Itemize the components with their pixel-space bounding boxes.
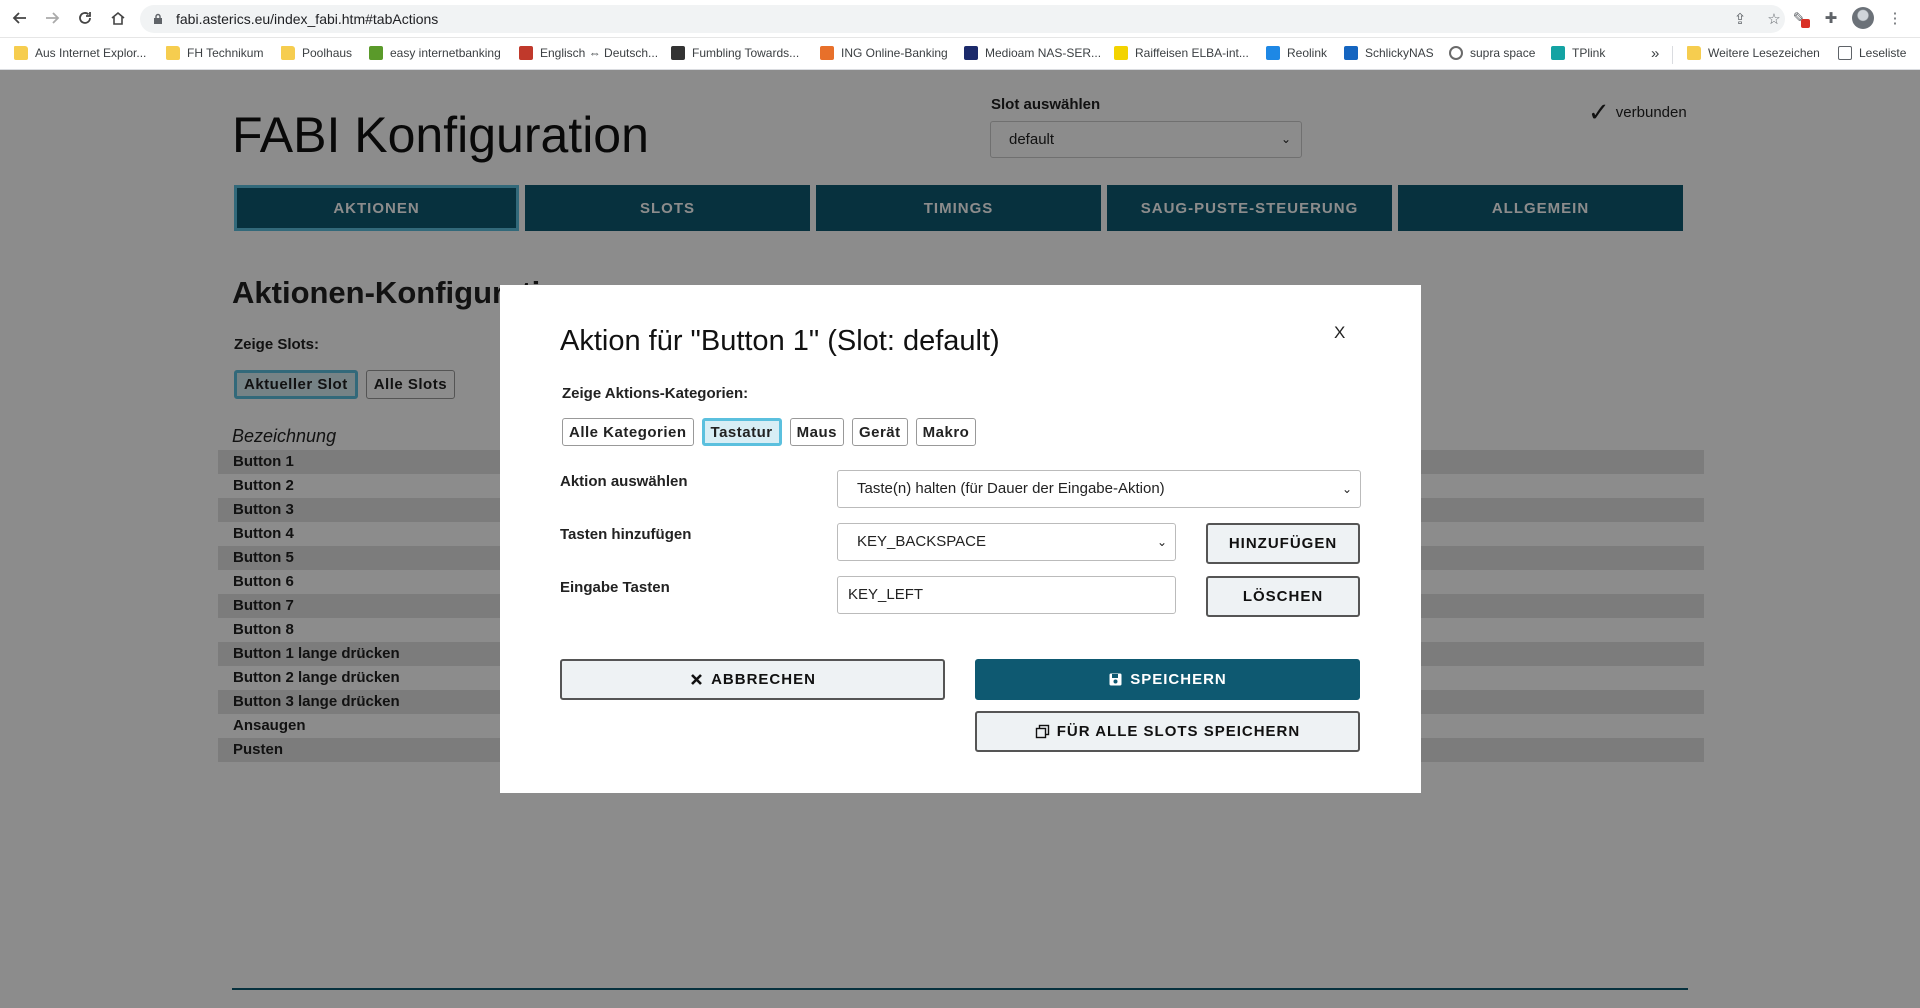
folder-icon xyxy=(14,46,28,60)
floppy-disk-icon xyxy=(1109,673,1122,686)
home-icon[interactable] xyxy=(106,6,130,30)
back-arrow-icon[interactable] xyxy=(8,6,32,30)
bookmark-item[interactable]: Poolhaus xyxy=(281,46,352,60)
forward-arrow-icon[interactable] xyxy=(40,6,64,30)
dialog-title: Aktion für "Button 1" (Slot: default) xyxy=(560,325,1000,357)
address-bar[interactable]: fabi.asterics.eu/index_fabi.htm#tabActio… xyxy=(140,5,1785,33)
reading-list[interactable]: Leseliste xyxy=(1838,46,1906,60)
input-keys-label: Eingabe Tasten xyxy=(560,579,670,596)
close-icon[interactable]: X xyxy=(1334,323,1345,343)
category-mouse-button[interactable]: Maus xyxy=(789,418,844,446)
lock-icon xyxy=(154,13,162,24)
bookmark-item[interactable]: Raiffeisen ELBA-int... xyxy=(1114,46,1249,60)
nas-icon xyxy=(1344,46,1358,60)
reload-icon[interactable] xyxy=(73,6,97,30)
puzzle-icon[interactable]: ✚ xyxy=(1820,7,1842,29)
action-select-label: Aktion auswählen xyxy=(560,473,688,490)
extension-edit-icon[interactable]: ✎ xyxy=(1788,7,1810,29)
category-device-button[interactable]: Gerät xyxy=(851,418,908,446)
share-icon[interactable]: ⇪ xyxy=(1729,8,1751,30)
browser-toolbar: fabi.asterics.eu/index_fabi.htm#tabActio… xyxy=(0,0,1920,38)
chevron-down-icon: ⌄ xyxy=(1341,482,1352,496)
nas-icon xyxy=(964,46,978,60)
cancel-button[interactable]: ABBRECHEN xyxy=(560,659,945,700)
add-keys-label: Tasten hinzufügen xyxy=(560,526,692,543)
bookmark-item[interactable]: Aus Internet Explor... xyxy=(14,46,146,60)
reading-list-icon xyxy=(1838,46,1852,60)
category-label: Zeige Aktions-Kategorien: xyxy=(562,385,749,402)
blog-icon xyxy=(671,46,685,60)
bookmark-item[interactable]: ING Online-Banking xyxy=(820,46,948,60)
tplink-icon xyxy=(1551,46,1565,60)
action-dialog: Aktion für "Button 1" (Slot: default) X … xyxy=(500,285,1421,793)
globe-icon xyxy=(1449,46,1463,60)
bookmark-item[interactable]: Englisch ⇔ Deutsch... xyxy=(519,46,658,60)
category-keyboard-button[interactable]: Tastatur xyxy=(701,418,782,446)
bookmark-item[interactable]: supra space xyxy=(1449,46,1535,60)
add-key-button[interactable]: HINZUFÜGEN xyxy=(1206,523,1360,564)
menu-dots-icon[interactable]: ⋮ xyxy=(1884,7,1906,29)
bookmark-item[interactable]: easy internetbanking xyxy=(369,46,501,60)
chevron-down-icon: ⌄ xyxy=(1156,535,1167,549)
folder-icon xyxy=(166,46,180,60)
bookmark-item[interactable]: Fumbling Towards... xyxy=(671,46,799,60)
bookmarks-separator xyxy=(1672,46,1673,64)
delete-keys-button[interactable]: LÖSCHEN xyxy=(1206,576,1360,617)
folder-icon xyxy=(281,46,295,60)
bookmark-item[interactable]: Medioam NAS-SER... xyxy=(964,46,1101,60)
url-text: fabi.asterics.eu/index_fabi.htm#tabActio… xyxy=(176,11,439,27)
input-keys-field[interactable]: KEY_LEFT xyxy=(837,576,1176,614)
bookmark-item[interactable]: FH Technikum xyxy=(166,46,263,60)
save-all-slots-button[interactable]: FÜR ALLE SLOTS SPEICHERN xyxy=(975,711,1360,752)
star-icon[interactable]: ☆ xyxy=(1763,8,1785,30)
bookmark-item[interactable]: TPlink xyxy=(1551,46,1605,60)
category-buttons: Alle Kategorien Tastatur Maus Gerät Makr… xyxy=(562,418,977,446)
dictionary-icon xyxy=(519,46,533,60)
folder-icon xyxy=(1687,46,1701,60)
other-bookmarks[interactable]: Weitere Lesezeichen xyxy=(1687,46,1820,60)
category-all-button[interactable]: Alle Kategorien xyxy=(562,418,694,446)
key-select[interactable]: KEY_BACKSPACE ⌄ xyxy=(837,523,1176,561)
bookmark-item[interactable]: SchlickyNAS xyxy=(1344,46,1434,60)
bank-icon xyxy=(369,46,383,60)
raiffeisen-icon xyxy=(1114,46,1128,60)
ing-icon xyxy=(820,46,834,60)
reolink-icon xyxy=(1266,46,1280,60)
profile-avatar[interactable] xyxy=(1852,7,1874,29)
copy-icon xyxy=(1035,724,1049,739)
bookmarks-overflow-icon[interactable]: » xyxy=(1651,45,1659,62)
action-select[interactable]: Taste(n) halten (für Dauer der Eingabe-A… xyxy=(837,470,1361,508)
save-button[interactable]: SPEICHERN xyxy=(975,659,1360,700)
close-x-icon xyxy=(691,674,702,685)
bookmark-item[interactable]: Reolink xyxy=(1266,46,1327,60)
bookmarks-bar: Aus Internet Explor... FH Technikum Pool… xyxy=(0,38,1920,70)
category-macro-button[interactable]: Makro xyxy=(915,418,977,446)
